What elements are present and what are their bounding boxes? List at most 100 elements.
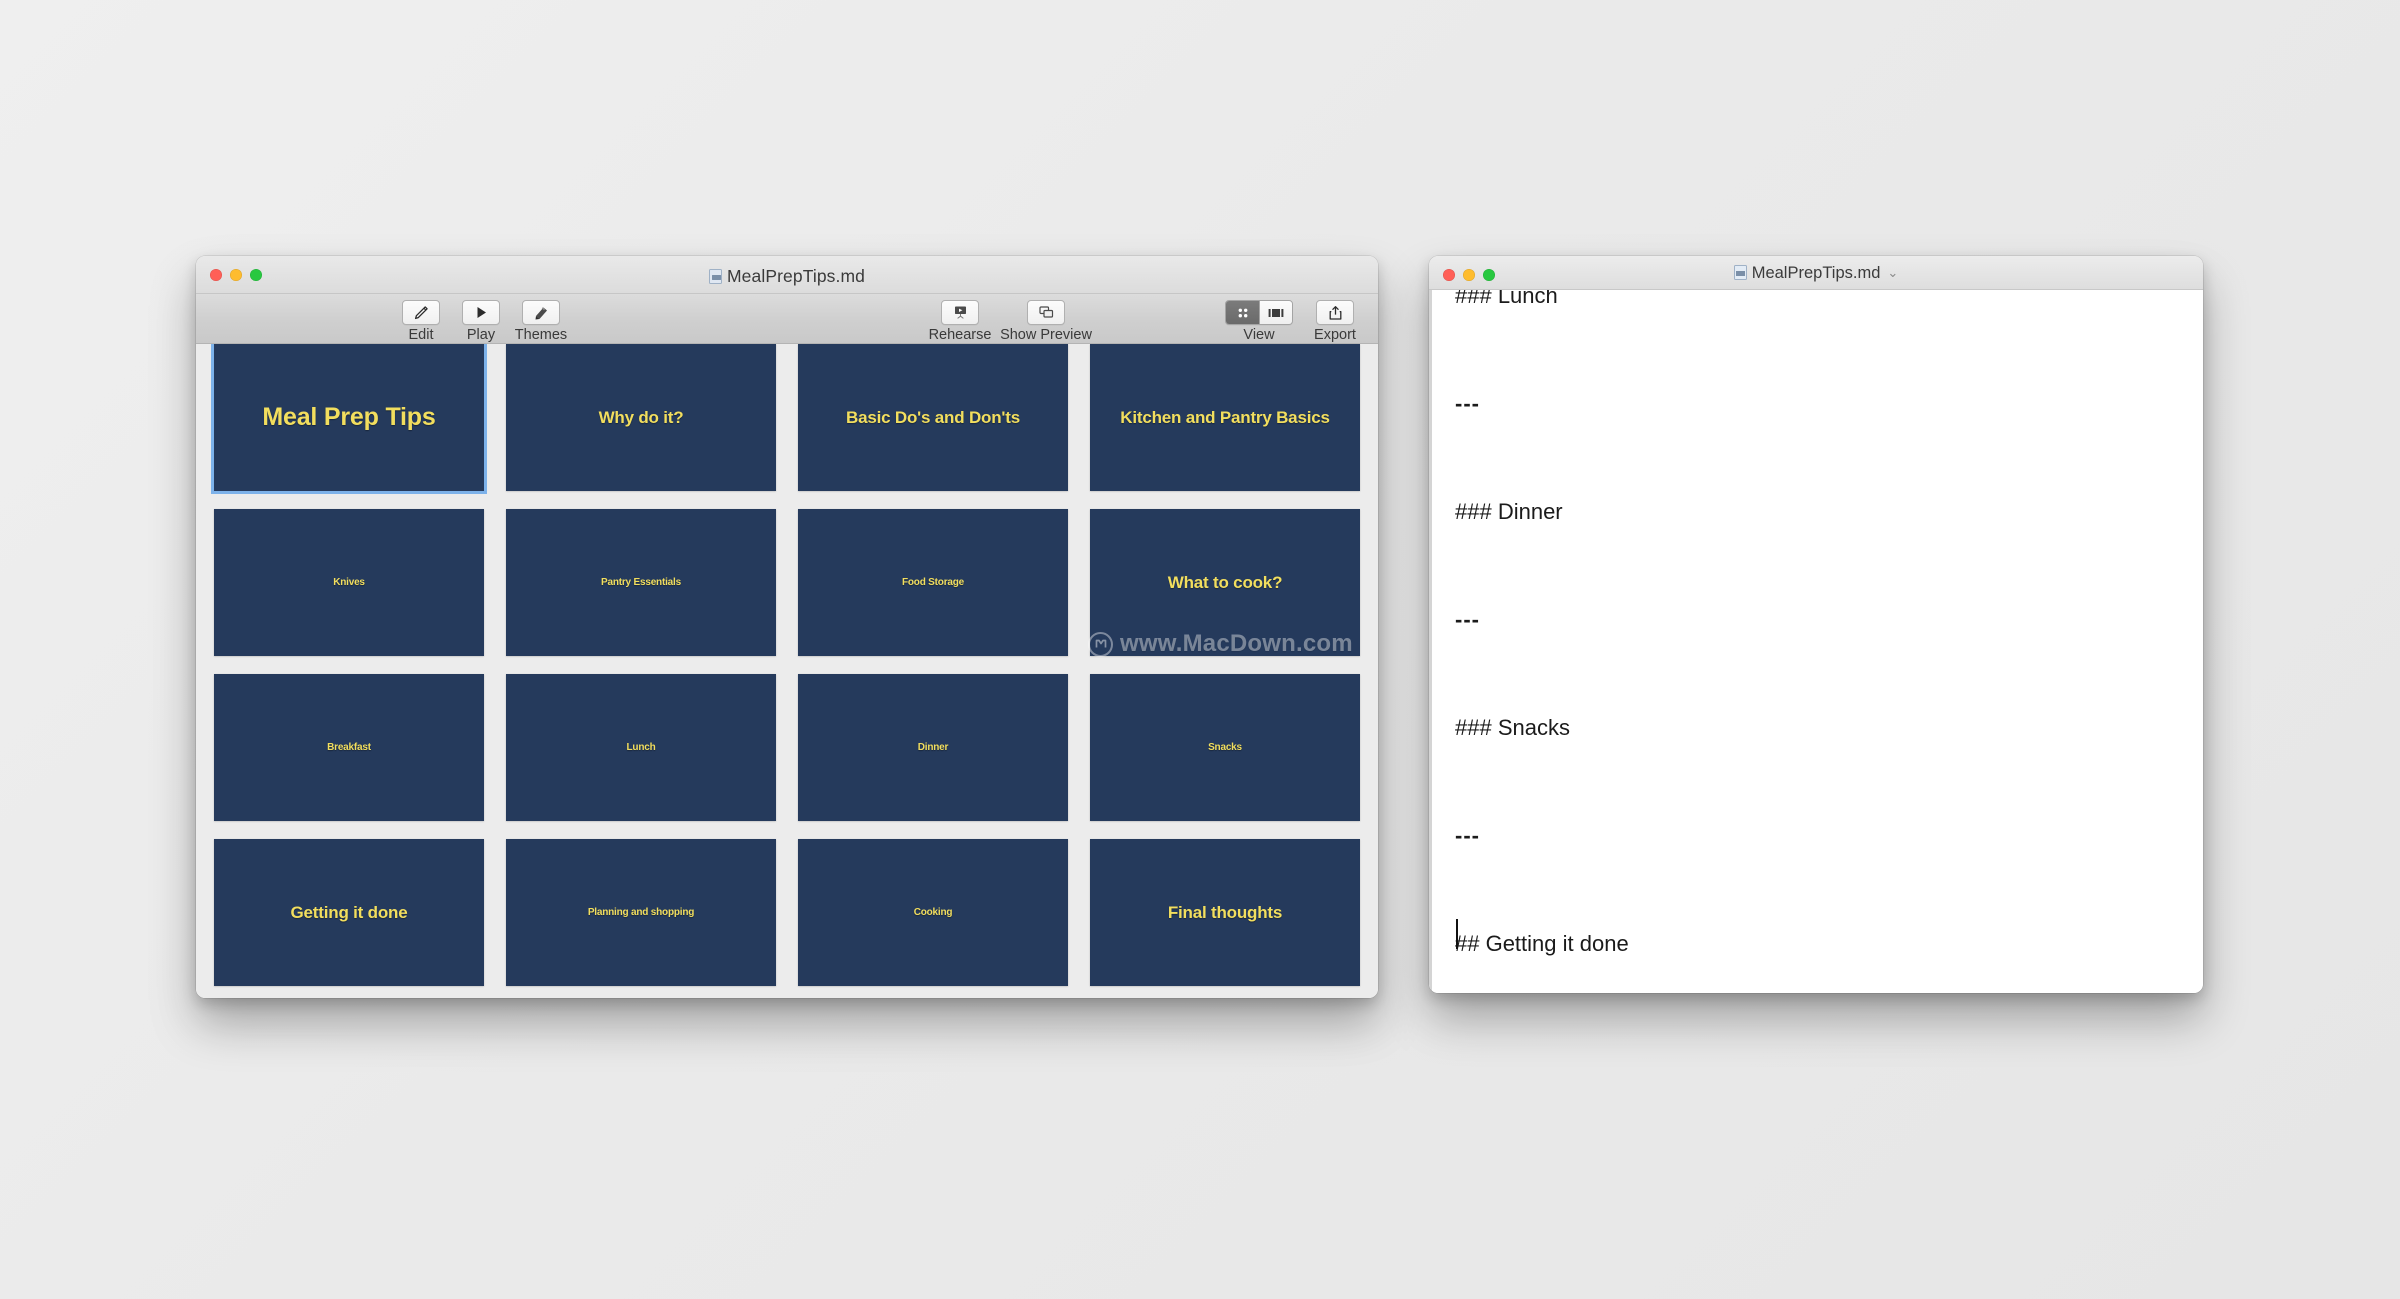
slide-canvas[interactable]: Why do it? bbox=[506, 344, 776, 492]
slide-thumbnail[interactable]: Pantry Essentials bbox=[506, 509, 776, 657]
zoom-button[interactable] bbox=[250, 269, 262, 281]
slide-canvas[interactable]: Food Storage bbox=[798, 509, 1068, 657]
slide-title-text: Final thoughts bbox=[1167, 903, 1283, 922]
slide-canvas[interactable]: Planning and shopping bbox=[506, 839, 776, 987]
show-preview-icon bbox=[1027, 300, 1065, 325]
slide-thumbnail[interactable]: Lunch bbox=[506, 674, 776, 822]
slide-title-text: Food Storage bbox=[901, 576, 965, 588]
slide-canvas[interactable]: Kitchen and Pantry Basics bbox=[1090, 344, 1360, 492]
slide-thumbnail[interactable]: Final thoughts bbox=[1090, 839, 1360, 987]
slide-thumbnail[interactable]: What to cook? bbox=[1090, 509, 1360, 657]
slide-canvas[interactable]: Snacks bbox=[1090, 674, 1360, 822]
slide-thumbnail[interactable]: Dinner bbox=[798, 674, 1068, 822]
slide-canvas[interactable]: Getting it done bbox=[214, 839, 484, 987]
markdown-line: ## Getting it done bbox=[1455, 931, 1629, 956]
show-preview-button-label: Show Preview bbox=[1000, 327, 1092, 343]
edit-button[interactable]: Edit bbox=[392, 300, 450, 343]
slide-title-text: Knives bbox=[333, 576, 365, 588]
slide-thumbnail[interactable]: Planning and shopping bbox=[506, 839, 776, 987]
editor-zoom-button[interactable] bbox=[1483, 269, 1495, 281]
slide-thumbnail[interactable]: Snacks bbox=[1090, 674, 1360, 822]
slide-canvas[interactable]: Final thoughts bbox=[1090, 839, 1360, 987]
slide-title-text: Pantry Essentials bbox=[601, 576, 681, 588]
desktop-background: MealPrepTips.md Edit Play Themes Rehears… bbox=[0, 0, 2400, 1299]
traffic-lights[interactable] bbox=[210, 269, 262, 281]
slide-canvas[interactable]: Cooking bbox=[798, 839, 1068, 987]
markdown-line: --- bbox=[1455, 391, 1480, 416]
slide-title-text: Kitchen and Pantry Basics bbox=[1120, 407, 1330, 427]
slide-canvas[interactable]: Lunch bbox=[506, 674, 776, 822]
presentation-titlebar[interactable]: MealPrepTips.md bbox=[196, 256, 1378, 294]
toolbar-right-group: View Export bbox=[1218, 300, 1364, 343]
slide-canvas[interactable]: What to cook? bbox=[1090, 509, 1360, 657]
play-icon bbox=[462, 300, 500, 325]
slide-title-text: Breakfast bbox=[327, 741, 371, 753]
toolbar-middle-group: Rehearse Show Preview bbox=[919, 300, 1092, 343]
themes-icon bbox=[522, 300, 560, 325]
markdown-source-text[interactable]: ### Lunch --- ### Dinner --- ### Snacks --- ##… bbox=[1429, 290, 2203, 993]
editor-traffic-lights[interactable] bbox=[1443, 269, 1495, 281]
editor-title[interactable]: MealPrepTips.md ⌄ bbox=[1429, 264, 2203, 283]
markdown-blank-line bbox=[1455, 647, 2177, 701]
export-button[interactable]: Export bbox=[1306, 300, 1364, 343]
markdown-blank-line bbox=[1455, 323, 2177, 377]
slide-grid-canvas[interactable]: Meal Prep Tips Why do it? Basic Do's and D… bbox=[196, 344, 1378, 998]
editor-close-button[interactable] bbox=[1443, 269, 1455, 281]
presentation-title-text: MealPrepTips.md bbox=[727, 266, 865, 286]
slide-thumbnail[interactable]: Meal Prep Tips bbox=[211, 344, 487, 495]
edit-button-label: Edit bbox=[408, 327, 434, 343]
slide-canvas[interactable]: Dinner bbox=[798, 674, 1068, 822]
editor-titlebar[interactable]: MealPrepTips.md ⌄ bbox=[1429, 256, 2203, 290]
chevron-down-icon[interactable]: ⌄ bbox=[1887, 265, 1898, 281]
single-slide-view-icon[interactable] bbox=[1259, 301, 1292, 324]
markdown-line: --- bbox=[1455, 607, 1480, 632]
themes-button[interactable]: Themes bbox=[512, 300, 570, 343]
slide-grid: Meal Prep Tips Why do it? Basic Do's and D… bbox=[211, 344, 1360, 987]
slide-thumbnail[interactable]: Knives bbox=[214, 509, 484, 657]
markdown-line: ### Snacks bbox=[1455, 715, 1570, 740]
toolbar-left-group: Edit Play Themes bbox=[392, 300, 570, 343]
show-preview-button[interactable]: Show Preview bbox=[1000, 300, 1092, 343]
slide-title-text: Why do it? bbox=[598, 407, 684, 427]
slide-thumbnail[interactable]: Breakfast bbox=[214, 674, 484, 822]
play-button-label: Play bbox=[466, 327, 496, 343]
play-button[interactable]: Play bbox=[452, 300, 510, 343]
minimize-button[interactable] bbox=[230, 269, 242, 281]
slide-canvas[interactable]: Breakfast bbox=[214, 674, 484, 822]
slide-canvas[interactable]: Pantry Essentials bbox=[506, 509, 776, 657]
editor-text-area[interactable]: ### Lunch --- ### Dinner --- ### Snacks --- ##… bbox=[1429, 290, 2203, 993]
presentation-toolbar[interactable]: Edit Play Themes Rehearse Show Preview V… bbox=[196, 294, 1378, 344]
view-segmented-control[interactable]: View bbox=[1218, 300, 1300, 343]
markdown-document-icon bbox=[1733, 265, 1747, 280]
slide-canvas[interactable]: Meal Prep Tips bbox=[211, 344, 487, 495]
slide-thumbnail[interactable]: Cooking bbox=[798, 839, 1068, 987]
editor-window[interactable]: MealPrepTips.md ⌄ ### Lunch --- ### Dinner -… bbox=[1429, 256, 2203, 993]
markdown-blank-line bbox=[1455, 539, 2177, 593]
slide-title-text: Lunch bbox=[626, 741, 656, 753]
markdown-line: ### Dinner bbox=[1455, 499, 1563, 524]
slide-thumbnail[interactable]: Food Storage bbox=[798, 509, 1068, 657]
markdown-blank-line bbox=[1455, 431, 2177, 485]
pencil-icon bbox=[402, 300, 440, 325]
slide-canvas[interactable]: Basic Do's and Don'ts bbox=[798, 344, 1068, 492]
slide-title-text: Dinner bbox=[917, 741, 949, 753]
markdown-line: --- bbox=[1455, 823, 1480, 848]
markdown-blank-line bbox=[1455, 971, 2177, 993]
editor-minimize-button[interactable] bbox=[1463, 269, 1475, 281]
slide-title-text: Snacks bbox=[1208, 741, 1242, 753]
slide-thumbnail[interactable]: Getting it done bbox=[214, 839, 484, 987]
close-button[interactable] bbox=[210, 269, 222, 281]
editor-title-text: MealPrepTips.md bbox=[1751, 264, 1881, 282]
slide-thumbnail[interactable]: Why do it? bbox=[506, 344, 776, 492]
grid-view-icon[interactable] bbox=[1226, 301, 1259, 324]
slide-title-text: Meal Prep Tips bbox=[262, 403, 436, 432]
presentation-window[interactable]: MealPrepTips.md Edit Play Themes Rehears… bbox=[196, 256, 1378, 998]
slide-title-text: Planning and shopping bbox=[587, 907, 695, 919]
slide-canvas[interactable]: Knives bbox=[214, 509, 484, 657]
markdown-blank-line bbox=[1455, 863, 2177, 917]
rehearse-button[interactable]: Rehearse bbox=[919, 300, 1001, 343]
view-label: View bbox=[1243, 327, 1275, 343]
slide-thumbnail[interactable]: Basic Do's and Don'ts bbox=[798, 344, 1068, 492]
export-button-label: Export bbox=[1314, 327, 1356, 343]
slide-thumbnail[interactable]: Kitchen and Pantry Basics bbox=[1090, 344, 1360, 492]
